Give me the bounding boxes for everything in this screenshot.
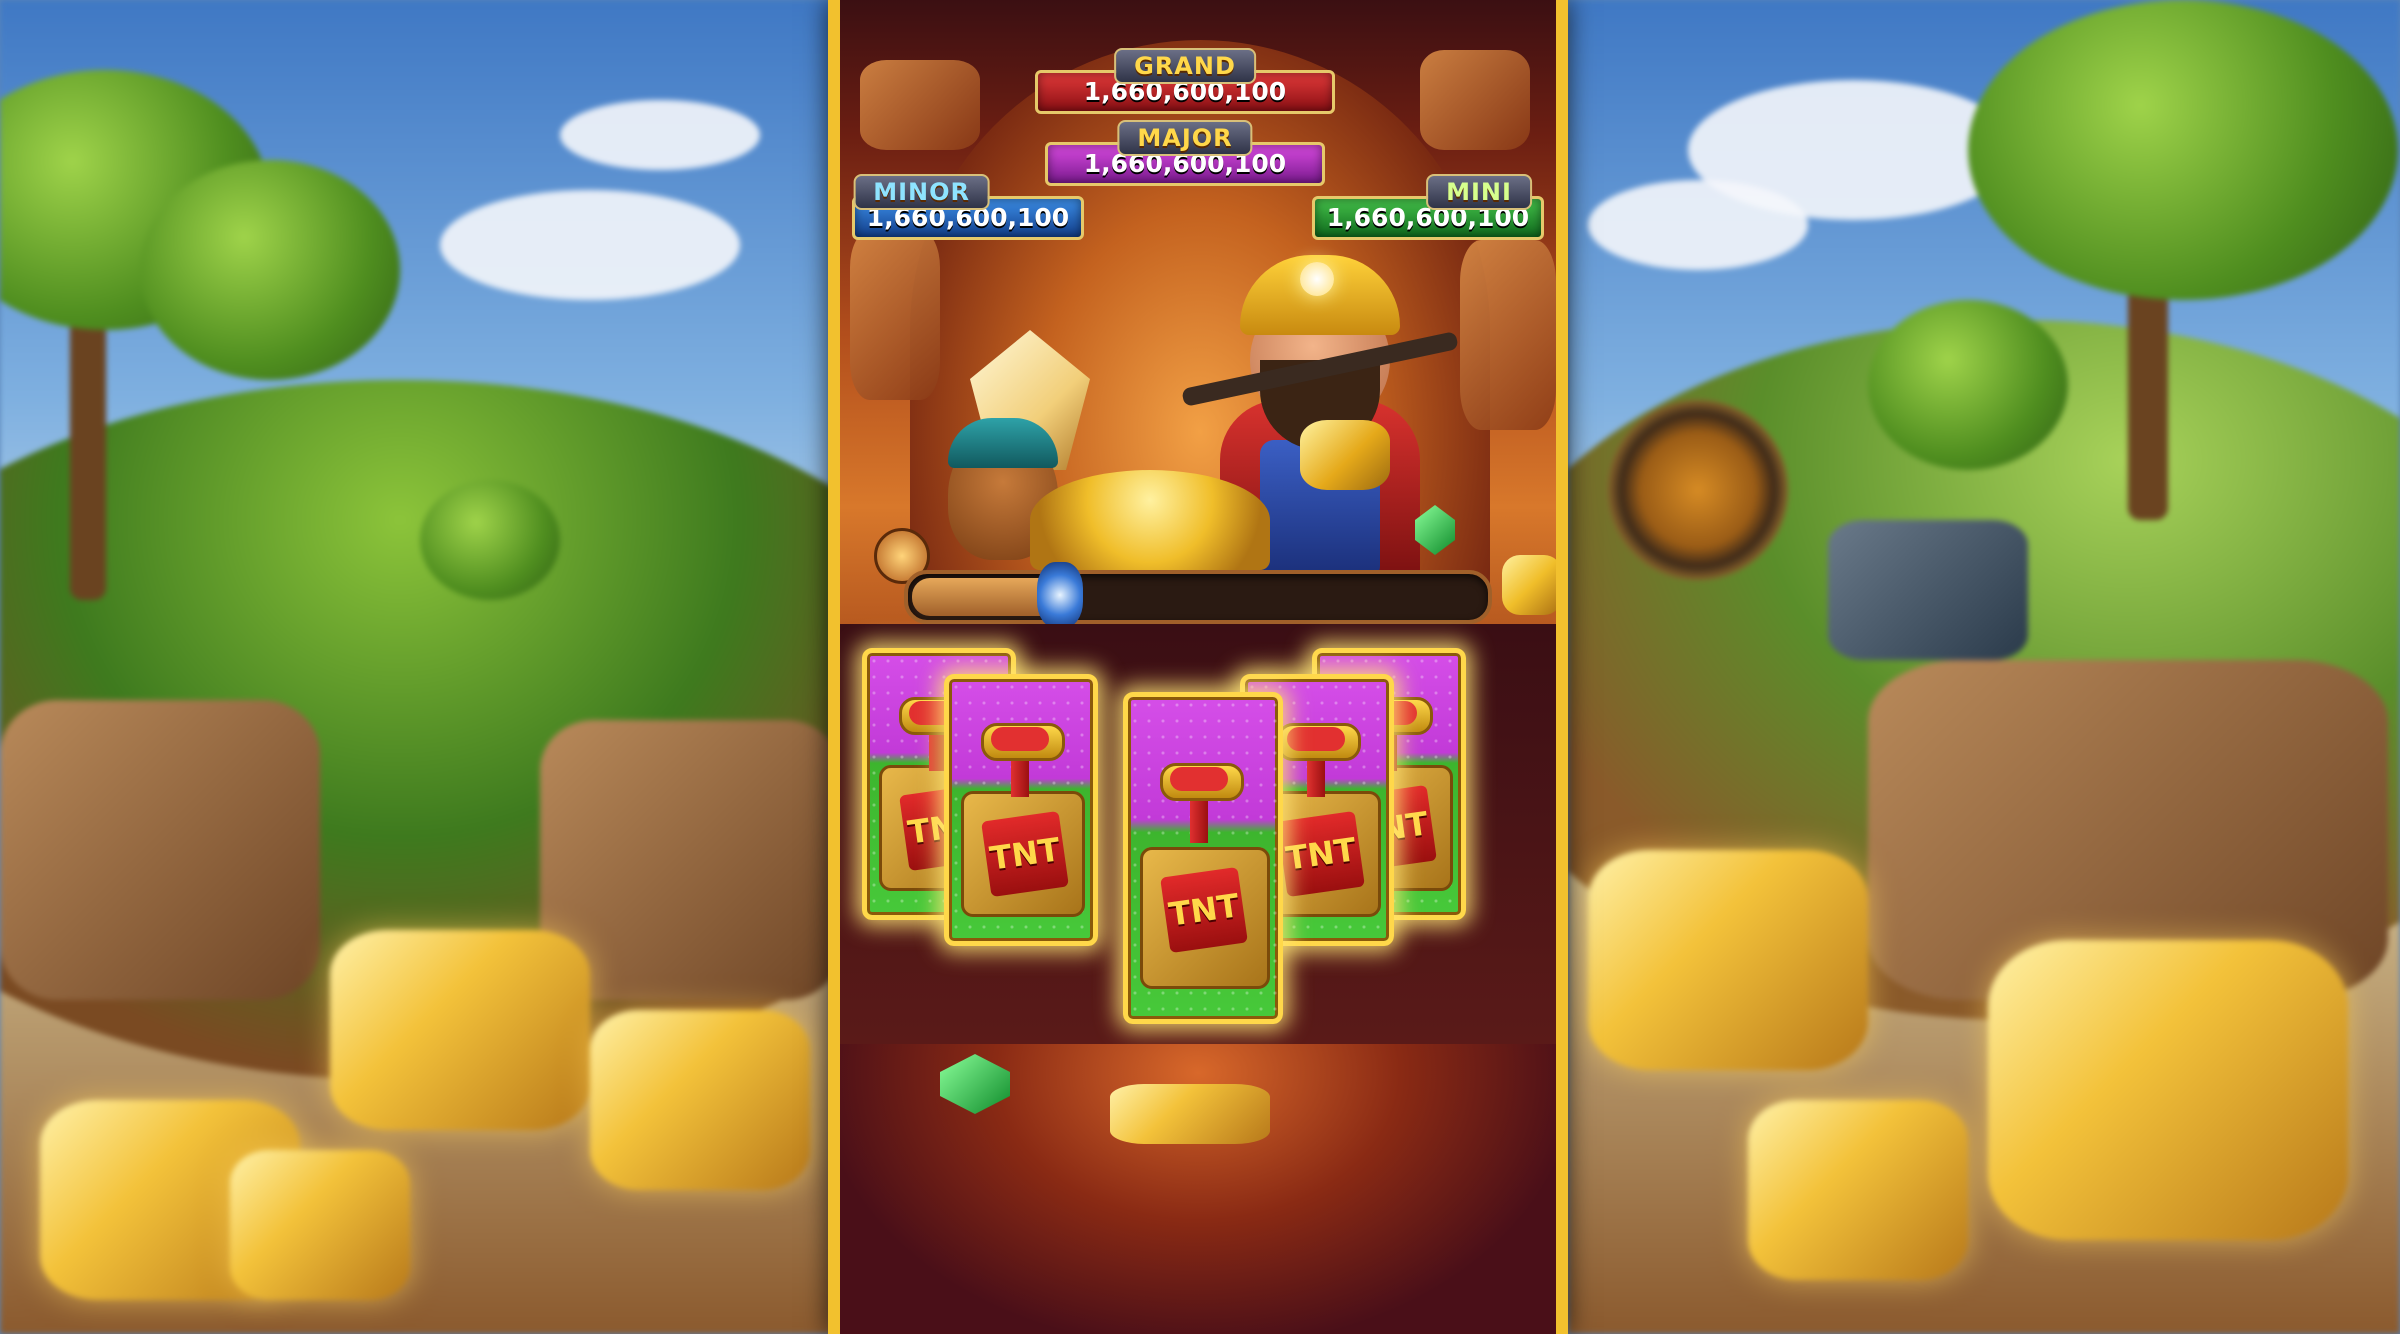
tnt-label: TNT (1160, 866, 1248, 954)
game-screen: GRAND 1,660,600,100 MAJOR 1,660,600,100 … (840, 0, 1556, 1334)
tnt-label: TNT (1277, 810, 1365, 898)
jackpot-grand-label: GRAND (1114, 48, 1256, 84)
dig-progress-bar (904, 562, 1492, 628)
progress-goal-nugget-icon (1502, 555, 1556, 615)
gold-pile-icon (1030, 470, 1270, 570)
cave-floor (840, 1044, 1556, 1334)
jackpot-mini-label: MINI (1426, 174, 1532, 210)
tnt-card-3[interactable]: TNT (1123, 692, 1283, 1024)
drill-icon (1036, 562, 1083, 628)
helmet-lamp-icon (1300, 262, 1334, 296)
game-frame: GRAND 1,660,600,100 MAJOR 1,660,600,100 … (828, 0, 1568, 1334)
jackpot-minor-label: MINOR (853, 174, 990, 210)
jackpot-major-label: MAJOR (1117, 120, 1253, 156)
tnt-label: TNT (981, 810, 1069, 898)
background-left (0, 0, 832, 1334)
background-right (1568, 0, 2400, 1334)
tnt-card-2[interactable]: TNT (944, 674, 1098, 946)
gold-nugget-icon (1300, 420, 1390, 490)
